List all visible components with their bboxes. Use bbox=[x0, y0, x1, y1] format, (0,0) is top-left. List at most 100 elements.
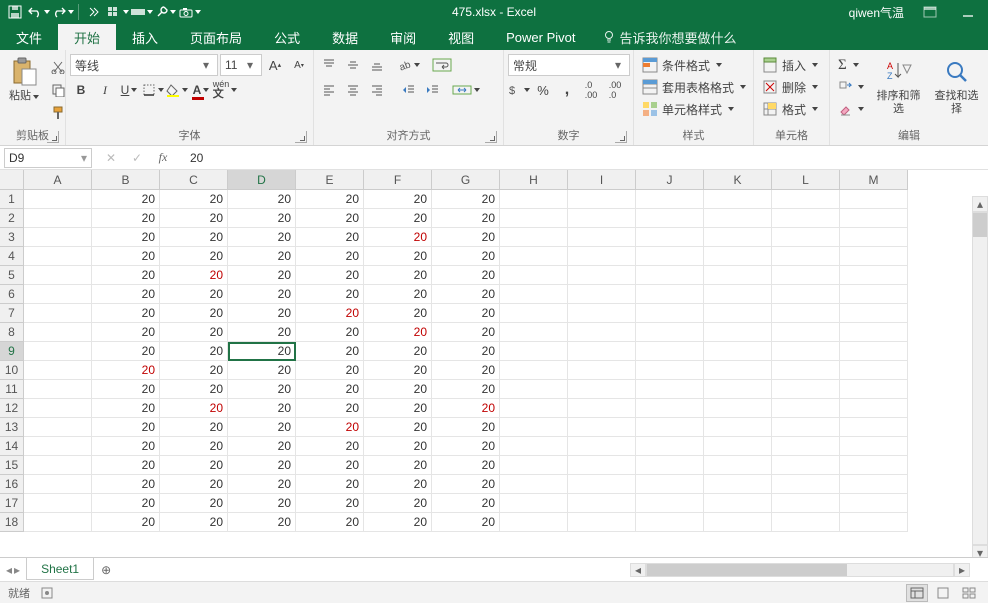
cell-M13[interactable] bbox=[840, 418, 908, 437]
cell-B2[interactable]: 20 bbox=[92, 209, 160, 228]
cell-L3[interactable] bbox=[772, 228, 840, 247]
macro-record-icon[interactable] bbox=[40, 586, 54, 600]
cell-L5[interactable] bbox=[772, 266, 840, 285]
cell-L1[interactable] bbox=[772, 190, 840, 209]
cell-B9[interactable]: 20 bbox=[92, 342, 160, 361]
sort-filter-button[interactable]: AZ 排序和筛选 bbox=[871, 54, 926, 118]
cell-K7[interactable] bbox=[704, 304, 772, 323]
italic-button[interactable]: I bbox=[94, 79, 116, 101]
cell-C3[interactable]: 20 bbox=[160, 228, 228, 247]
cell-G16[interactable]: 20 bbox=[432, 475, 500, 494]
cell-I8[interactable] bbox=[568, 323, 636, 342]
scroll-right-button[interactable]: ▸ bbox=[954, 563, 970, 577]
cell-J12[interactable] bbox=[636, 399, 704, 418]
cell-M9[interactable] bbox=[840, 342, 908, 361]
cell-G5[interactable]: 20 bbox=[432, 266, 500, 285]
cell-I2[interactable] bbox=[568, 209, 636, 228]
formula-bar[interactable]: 20 bbox=[182, 151, 988, 165]
cell-A4[interactable] bbox=[24, 247, 92, 266]
cell-I13[interactable] bbox=[568, 418, 636, 437]
row-header-11[interactable]: 11 bbox=[0, 380, 24, 399]
cell-C13[interactable]: 20 bbox=[160, 418, 228, 437]
cell-D6[interactable]: 20 bbox=[228, 285, 296, 304]
cell-D12[interactable]: 20 bbox=[228, 399, 296, 418]
cell-M1[interactable] bbox=[840, 190, 908, 209]
accounting-format-button[interactable]: $ bbox=[508, 79, 530, 101]
cell-D16[interactable]: 20 bbox=[228, 475, 296, 494]
cell-C14[interactable]: 20 bbox=[160, 437, 228, 456]
cell-F18[interactable]: 20 bbox=[364, 513, 432, 532]
cell-H7[interactable] bbox=[500, 304, 568, 323]
row-header-2[interactable]: 2 bbox=[0, 209, 24, 228]
cell-I7[interactable] bbox=[568, 304, 636, 323]
column-header-C[interactable]: C bbox=[160, 170, 228, 190]
cell-K8[interactable] bbox=[704, 323, 772, 342]
align-center-button[interactable] bbox=[342, 79, 364, 101]
scroll-left-button[interactable]: ◂ bbox=[630, 563, 646, 577]
cell-L11[interactable] bbox=[772, 380, 840, 399]
increase-font-button[interactable]: A▴ bbox=[264, 54, 286, 76]
new-sheet-button[interactable]: ⊕ bbox=[94, 563, 118, 577]
cell-H12[interactable] bbox=[500, 399, 568, 418]
redo-button[interactable] bbox=[52, 1, 74, 23]
conditional-format-button[interactable]: 条件格式 bbox=[638, 54, 726, 76]
cell-M11[interactable] bbox=[840, 380, 908, 399]
cell-E15[interactable]: 20 bbox=[296, 456, 364, 475]
row-header-10[interactable]: 10 bbox=[0, 361, 24, 380]
cell-H4[interactable] bbox=[500, 247, 568, 266]
sheet-tab-sheet1[interactable]: Sheet1 bbox=[26, 558, 94, 580]
cell-J8[interactable] bbox=[636, 323, 704, 342]
cell-A14[interactable] bbox=[24, 437, 92, 456]
cell-J2[interactable] bbox=[636, 209, 704, 228]
cell-A13[interactable] bbox=[24, 418, 92, 437]
column-header-E[interactable]: E bbox=[296, 170, 364, 190]
cell-F2[interactable]: 20 bbox=[364, 209, 432, 228]
cell-A11[interactable] bbox=[24, 380, 92, 399]
cell-F1[interactable]: 20 bbox=[364, 190, 432, 209]
cell-K3[interactable] bbox=[704, 228, 772, 247]
vertical-scrollbar[interactable]: ▴ ▾ bbox=[972, 196, 988, 561]
cell-K16[interactable] bbox=[704, 475, 772, 494]
increase-decimal-button[interactable]: .0.00 bbox=[580, 79, 602, 101]
cell-G18[interactable]: 20 bbox=[432, 513, 500, 532]
cell-A3[interactable] bbox=[24, 228, 92, 247]
cell-C15[interactable]: 20 bbox=[160, 456, 228, 475]
cancel-formula-button[interactable]: ✕ bbox=[102, 151, 120, 165]
cell-M5[interactable] bbox=[840, 266, 908, 285]
cell-L6[interactable] bbox=[772, 285, 840, 304]
cell-B11[interactable]: 20 bbox=[92, 380, 160, 399]
cell-G12[interactable]: 20 bbox=[432, 399, 500, 418]
tab-insert[interactable]: 插入 bbox=[116, 24, 174, 50]
tab-view[interactable]: 视图 bbox=[432, 24, 490, 50]
percent-button[interactable]: % bbox=[532, 79, 554, 101]
cell-I10[interactable] bbox=[568, 361, 636, 380]
cell-K12[interactable] bbox=[704, 399, 772, 418]
font-size-combo[interactable]: 11▾ bbox=[220, 54, 262, 76]
cell-H6[interactable] bbox=[500, 285, 568, 304]
column-header-L[interactable]: L bbox=[772, 170, 840, 190]
cell-styles-button[interactable]: 单元格样式 bbox=[638, 98, 738, 120]
cell-C16[interactable]: 20 bbox=[160, 475, 228, 494]
cell-F10[interactable]: 20 bbox=[364, 361, 432, 380]
merge-button[interactable] bbox=[452, 79, 480, 101]
cell-I15[interactable] bbox=[568, 456, 636, 475]
cell-M15[interactable] bbox=[840, 456, 908, 475]
column-header-B[interactable]: B bbox=[92, 170, 160, 190]
insert-cells-button[interactable]: 插入 bbox=[758, 54, 822, 76]
cell-M3[interactable] bbox=[840, 228, 908, 247]
tab-review[interactable]: 审阅 bbox=[374, 24, 432, 50]
tab-home[interactable]: 开始 bbox=[58, 24, 116, 50]
cell-H1[interactable] bbox=[500, 190, 568, 209]
cell-H13[interactable] bbox=[500, 418, 568, 437]
cell-K6[interactable] bbox=[704, 285, 772, 304]
cell-H16[interactable] bbox=[500, 475, 568, 494]
cell-L13[interactable] bbox=[772, 418, 840, 437]
cell-L2[interactable] bbox=[772, 209, 840, 228]
cell-K17[interactable] bbox=[704, 494, 772, 513]
cell-C17[interactable]: 20 bbox=[160, 494, 228, 513]
paste-button[interactable]: 粘贴 bbox=[4, 54, 44, 105]
cell-H3[interactable] bbox=[500, 228, 568, 247]
cell-B12[interactable]: 20 bbox=[92, 399, 160, 418]
cell-L17[interactable] bbox=[772, 494, 840, 513]
cell-E5[interactable]: 20 bbox=[296, 266, 364, 285]
